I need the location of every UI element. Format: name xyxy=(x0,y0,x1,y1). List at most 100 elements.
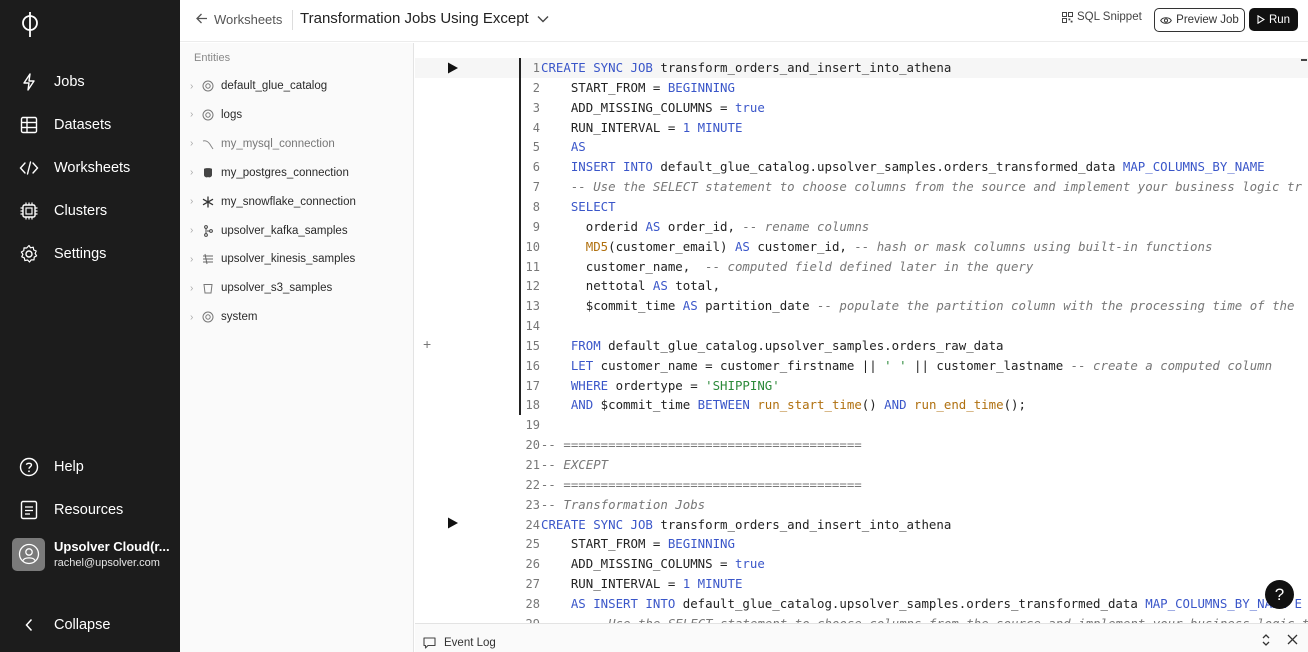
code-line[interactable]: 28 AS INSERT INTO default_glue_catalog.u… xyxy=(415,594,1308,614)
chevron-right-icon[interactable]: › xyxy=(190,138,199,149)
catalog-icon xyxy=(201,108,215,122)
code-token: RUN_INTERVAL = xyxy=(541,119,683,135)
nav-item-worksheets[interactable]: Worksheets xyxy=(0,151,180,185)
code-token: -- hash or mask columns using built-in f… xyxy=(854,238,1213,254)
entity-item[interactable]: › my_mysql_connection xyxy=(180,133,413,155)
line-number: 9 xyxy=(532,219,540,234)
code-line[interactable]: 15 FROM default_glue_catalog.upsolver_sa… xyxy=(415,336,1308,356)
nav-item-datasets[interactable]: Datasets xyxy=(0,108,180,142)
code-line[interactable]: 19 xyxy=(415,415,1308,435)
nav-label: Resources xyxy=(54,502,124,518)
code-line[interactable]: 8 SELECT xyxy=(415,197,1308,217)
code-line[interactable]: 27 RUN_INTERVAL = 1 MINUTE xyxy=(415,574,1308,594)
code-line[interactable]: 4 RUN_INTERVAL = 1 MINUTE xyxy=(415,118,1308,138)
code-line[interactable]: 20 -- ===================================… xyxy=(415,435,1308,455)
code-line[interactable]: 9 orderid AS order_id, -- rename columns xyxy=(415,217,1308,237)
code-line[interactable]: 25 START_FROM = BEGINNING xyxy=(415,534,1308,554)
kinesis-icon xyxy=(201,252,215,266)
code-line[interactable]: 21 -- EXCEPT xyxy=(415,455,1308,475)
code-icon xyxy=(18,157,40,179)
nav-item-clusters[interactable]: Clusters xyxy=(0,194,180,228)
preview-job-button[interactable]: Preview Job xyxy=(1154,8,1245,32)
code-line[interactable]: 22 -- ===================================… xyxy=(415,475,1308,495)
code-line[interactable]: 16 LET customer_name = customer_firstnam… xyxy=(415,356,1308,376)
code-line[interactable]: 3 ADD_MISSING_COLUMNS = true xyxy=(415,98,1308,118)
code-line[interactable]: 2 START_FROM = BEGINNING xyxy=(415,78,1308,98)
chevron-right-icon[interactable]: › xyxy=(190,225,199,236)
code-token: -- Transformation Jobs xyxy=(541,496,706,512)
upsolver-logo[interactable] xyxy=(18,10,42,38)
sql-snippet-button[interactable]: SQL Snippet xyxy=(1062,11,1142,23)
line-number: 25 xyxy=(525,537,540,552)
code-token: (); xyxy=(1003,397,1026,413)
nav-item-settings[interactable]: Settings xyxy=(0,237,180,271)
code-text: -- EXCEPT xyxy=(541,455,608,475)
expand-collapse-icon[interactable] xyxy=(1261,633,1271,650)
code-line[interactable]: 10 MD5(customer_email) AS customer_id, -… xyxy=(415,237,1308,257)
entity-item[interactable]: › upsolver_kinesis_samples xyxy=(180,248,413,270)
entity-item[interactable]: › logs xyxy=(180,104,413,126)
run-button[interactable]: Run xyxy=(1249,8,1298,31)
worksheet-title-dropdown[interactable]: Transformation Jobs Using Except xyxy=(300,10,549,27)
line-number: 27 xyxy=(525,577,540,592)
code-line[interactable]: 14 xyxy=(415,316,1308,336)
entity-item[interactable]: › upsolver_kafka_samples xyxy=(180,220,413,242)
sql-editor[interactable]: 1 CREATE SYNC JOB transform_orders_and_in… xyxy=(415,43,1308,623)
line-number: 4 xyxy=(532,120,540,135)
entity-item[interactable]: › system xyxy=(180,306,413,328)
chevron-right-icon[interactable]: › xyxy=(190,283,199,294)
code-line[interactable]: 23 -- Transformation Jobs xyxy=(415,495,1308,515)
code-line[interactable]: 13 $commit_time AS partition_date -- pop… xyxy=(415,296,1308,316)
avatar xyxy=(12,537,45,571)
entity-label: my_mysql_connection xyxy=(221,137,335,150)
code-line[interactable]: 1 CREATE SYNC JOB transform_orders_and_in… xyxy=(415,58,1308,78)
code-token: default_glue_catalog.upsolver_samples.or… xyxy=(600,337,1004,353)
code-line[interactable]: 24 CREATE SYNC JOB transform_orders_and_i… xyxy=(415,515,1308,535)
chevron-right-icon[interactable]: › xyxy=(190,81,199,92)
entity-item[interactable]: › upsolver_s3_samples xyxy=(180,277,413,299)
chevron-right-icon[interactable]: › xyxy=(190,109,199,120)
code-line[interactable]: 7 -- Use the SELECT statement to choose … xyxy=(415,177,1308,197)
run-statement-play-icon[interactable] xyxy=(447,62,459,74)
chevron-right-icon[interactable]: › xyxy=(190,196,199,207)
close-icon[interactable] xyxy=(1287,633,1298,648)
line-number: 17 xyxy=(525,378,540,393)
code-text: -- Use the SELECT statement to choose co… xyxy=(541,177,1302,197)
line-number: 3 xyxy=(532,100,540,115)
code-token: MD5 xyxy=(541,238,609,254)
code-line[interactable]: 11 customer_name, -- computed field defi… xyxy=(415,257,1308,277)
entity-item[interactable]: › my_postgres_connection xyxy=(180,162,413,184)
nav-item-jobs[interactable]: Jobs xyxy=(0,65,180,99)
code-line[interactable]: 12 nettotal AS total, xyxy=(415,276,1308,296)
code-token: SELECT xyxy=(541,198,616,214)
code-line[interactable]: 29 -- Use the SELECT statement to choose… xyxy=(415,614,1308,623)
chat-bubble-icon xyxy=(423,637,436,649)
nav-item-resources[interactable]: Resources xyxy=(0,493,180,527)
code-line[interactable]: 18 AND $commit_time BETWEEN run_start_ti… xyxy=(415,395,1308,415)
entity-item[interactable]: › default_glue_catalog xyxy=(180,75,413,97)
code-token: -- rename columns xyxy=(742,218,870,234)
user-account[interactable]: Upsolver Cloud(r... rachel@upsolver.com xyxy=(12,536,178,572)
chevron-left-icon xyxy=(18,614,40,636)
event-log-toggle[interactable]: Event Log xyxy=(423,637,496,649)
nav-item-help[interactable]: Help xyxy=(0,450,180,484)
line-number: 11 xyxy=(525,259,540,274)
code-line[interactable]: 6 INSERT INTO default_glue_catalog.upsol… xyxy=(415,157,1308,177)
back-to-worksheets-link[interactable]: Worksheets xyxy=(196,12,282,27)
entities-heading: Entities xyxy=(194,52,231,64)
code-line[interactable]: 26 ADD_MISSING_COLUMNS = true xyxy=(415,554,1308,574)
add-line-plus-icon[interactable]: + xyxy=(423,336,431,352)
chip-icon xyxy=(18,200,40,222)
entity-label: upsolver_s3_samples xyxy=(221,282,333,295)
preview-job-label: Preview Job xyxy=(1176,14,1239,26)
code-line[interactable]: 17 WHERE ordertype = 'SHIPPING' xyxy=(415,376,1308,396)
chevron-right-icon[interactable]: › xyxy=(190,167,199,178)
entity-item[interactable]: › my_snowflake_connection xyxy=(180,191,413,213)
code-line[interactable]: 5 AS xyxy=(415,137,1308,157)
run-statement-play-icon[interactable] xyxy=(447,517,459,529)
chevron-right-icon[interactable]: › xyxy=(190,254,199,265)
code-token: INSERT INTO xyxy=(541,159,653,175)
chevron-right-icon[interactable]: › xyxy=(190,312,199,323)
help-fab-button[interactable]: ? xyxy=(1265,580,1294,609)
collapse-button[interactable]: Collapse xyxy=(0,608,180,642)
